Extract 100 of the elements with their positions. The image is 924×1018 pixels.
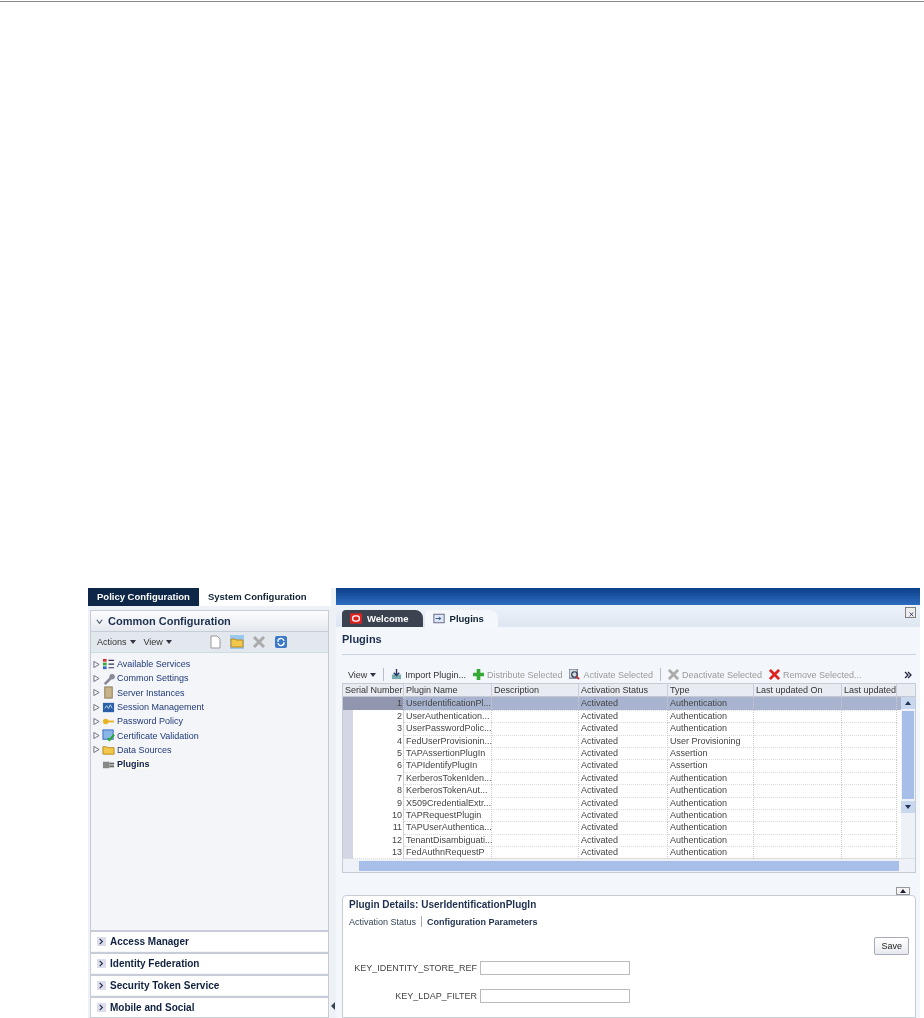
accordion-header[interactable]: Security Token Service	[91, 974, 328, 995]
table-cell: 13	[343, 846, 404, 860]
accordion-title: Identity Federation	[110, 958, 200, 969]
table-cell: 8	[343, 784, 404, 798]
list-icon	[102, 657, 115, 671]
column-header[interactable]: Serial Number	[343, 684, 404, 697]
table-cell: Authentication	[668, 796, 754, 810]
table-cell: Authentication	[668, 784, 754, 798]
tree-item[interactable]: Plugins	[117, 759, 150, 770]
overflow-icon[interactable]	[904, 670, 912, 679]
column-header[interactable]: Type	[668, 684, 754, 697]
monitor-icon	[102, 700, 115, 714]
close-tab-icon[interactable]	[905, 607, 916, 618]
document-tab[interactable]: Welcome	[342, 610, 423, 627]
folder-icon	[102, 743, 115, 757]
logo-icon	[350, 613, 362, 624]
table-cell: Activated	[579, 796, 668, 810]
table-cell: Activated	[579, 759, 668, 773]
accordion-title: Common Configuration	[108, 615, 231, 627]
scroll-down-icon[interactable]	[901, 801, 915, 814]
tree-item[interactable]: Available Services	[117, 659, 191, 670]
table-row[interactable]: 11 TAPUserAuthentica... Activated Authentication	[343, 821, 901, 834]
table-cell: Authentication	[668, 808, 754, 823]
section-tab[interactable]: Policy Configuration	[88, 588, 199, 606]
table-cell: Authentication	[668, 771, 754, 786]
table-cell: UserPasswordPolic...	[404, 722, 492, 736]
chevron-icon	[97, 981, 106, 990]
input-field[interactable]	[480, 989, 630, 1004]
sub-tab[interactable]: Configuration Parameters	[427, 916, 538, 927]
delete-icon[interactable]	[251, 635, 266, 649]
accordion-header[interactable]: Identity Federation	[91, 952, 328, 973]
table-row[interactable]: 1 UserIdentificationPl... Activated Authentication	[343, 697, 901, 710]
table-row[interactable]: 8 KerberosTokenAut... Activated Authentication	[343, 784, 901, 797]
column-header[interactable]: Last updated	[842, 684, 897, 697]
expand-icon[interactable]	[93, 732, 100, 740]
table-cell: Activated	[579, 833, 668, 848]
accordion-header[interactable]: Common Configuration	[91, 611, 328, 632]
server-icon	[102, 686, 115, 700]
table-cell: Authentication	[668, 833, 754, 848]
table-cell: Authentication	[668, 697, 754, 711]
expand-icon[interactable]	[93, 674, 100, 682]
menu-button[interactable]: Actions	[97, 637, 136, 647]
accordion-header[interactable]: Mobile and Social	[91, 996, 328, 1017]
new-document-icon[interactable]	[207, 635, 222, 649]
table-cell: TAPAssertionPlugIn	[404, 746, 492, 761]
cross-icon	[668, 669, 679, 680]
vertical-scrollbar[interactable]	[901, 697, 915, 859]
expand-icon[interactable]	[93, 660, 100, 668]
toolbar-button[interactable]: Import Plugin...	[391, 669, 466, 680]
table-cell: TAPUserAuthentica...	[404, 821, 492, 835]
table-cell: TenantDisambiguati...	[404, 833, 492, 848]
folder-icon[interactable]	[229, 635, 244, 649]
expand-icon[interactable]	[93, 689, 100, 697]
table-row[interactable]: 3 UserPasswordPolic... Activated Authentication	[343, 722, 901, 735]
caret-icon	[370, 672, 377, 677]
wrench-icon	[102, 671, 115, 685]
table-cell: KerberosTokenAut...	[404, 784, 492, 798]
scroll-up-icon[interactable]	[901, 697, 915, 710]
tree-item[interactable]: Common Settings	[117, 673, 189, 684]
horizontal-scrollbar[interactable]	[343, 858, 915, 873]
table-cell: Authentication	[668, 709, 754, 724]
tree-item[interactable]: Data Sources	[117, 744, 172, 755]
table-cell: 1	[343, 697, 404, 711]
column-header[interactable]: Plugin Name	[404, 684, 492, 697]
table-cell: UserIdentificationPl...	[404, 697, 492, 711]
input-field[interactable]	[480, 961, 630, 976]
sub-tab[interactable]: Activation Status	[349, 916, 417, 927]
expand-icon[interactable]	[93, 746, 100, 754]
table-cell: Activated	[579, 808, 668, 823]
tree-item[interactable]: Session Management	[117, 702, 205, 713]
expand-icon[interactable]	[93, 703, 100, 711]
table-cell: User Provisioning	[668, 734, 754, 748]
table-row[interactable]: 9 X509CredentialExtr... Activated Authentication	[343, 796, 901, 809]
tree-item[interactable]: Server Instances	[117, 687, 185, 698]
magnifier-icon	[569, 669, 581, 680]
refresh-icon[interactable]	[273, 635, 288, 649]
save-button[interactable]: Save	[874, 937, 909, 956]
table-cell: KerberosTokenIden...	[404, 771, 492, 786]
tree-item[interactable]: Certificate Validation	[117, 730, 199, 741]
table-cell: Activated	[579, 746, 668, 761]
menu-button[interactable]: View	[143, 637, 172, 647]
chevron-icon	[97, 959, 106, 968]
plus-icon	[472, 669, 484, 680]
accordion-header[interactable]: Access Manager	[91, 930, 328, 951]
table-cell: FedUserProvisionin...	[404, 734, 492, 748]
expand-panel-icon[interactable]	[896, 887, 910, 896]
table-row[interactable]: 6 TAPIdentifyPlugIn Activated Assertion	[343, 759, 901, 772]
caret-icon	[165, 640, 172, 644]
download-icon	[391, 669, 403, 680]
chevron-icon	[97, 937, 106, 946]
column-header[interactable]: Last updated On	[754, 684, 842, 697]
table-cell: 6	[343, 759, 404, 773]
expand-icon[interactable]	[93, 717, 100, 725]
menu-button[interactable]: View	[348, 669, 377, 680]
table-row[interactable]: 4 FedUserProvisionin... Activated User Provisioning	[343, 734, 901, 747]
column-header[interactable]: Description	[492, 684, 579, 697]
document-tab[interactable]: Plugins	[424, 610, 498, 627]
column-header[interactable]: Activation Status	[579, 684, 668, 697]
table-cell: Authentication	[668, 722, 754, 736]
tree-item[interactable]: Password Policy	[117, 716, 184, 727]
